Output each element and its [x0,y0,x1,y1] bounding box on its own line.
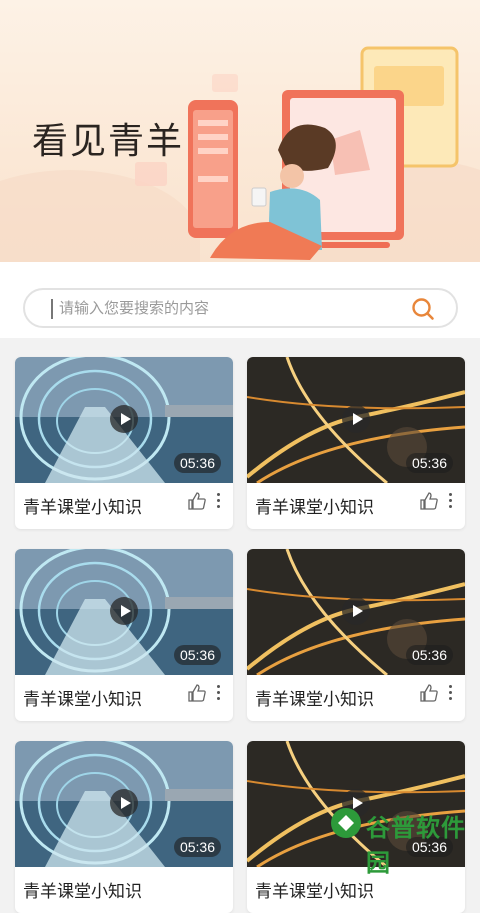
video-thumbnail[interactable]: 05:36 [15,357,233,483]
video-title[interactable]: 青羊课堂小知识 [255,877,374,902]
video-duration: 05:36 [173,453,221,473]
video-card[interactable]: 05:36 青羊课堂小知识 [247,549,465,721]
video-grid: 05:36 青羊课堂小知识 05:36 青羊课堂小知识 05:36 青羊课堂小知… [0,338,480,913]
video-thumbnail[interactable]: 05:36 [247,357,465,483]
banner[interactable]: 看见青羊 [0,0,480,262]
play-icon[interactable] [342,597,370,625]
more-options-icon[interactable] [445,683,455,703]
video-title[interactable]: 青羊课堂小知识 [23,493,142,518]
video-card[interactable]: 05:36 青羊课堂小知识 [247,357,465,529]
video-thumbnail[interactable]: 05:36 [15,549,233,675]
video-title[interactable]: 青羊课堂小知识 [255,685,374,710]
thumbs-up-icon[interactable] [419,683,439,703]
video-title[interactable]: 青羊课堂小知识 [23,877,142,902]
video-card[interactable]: 05:36 青羊课堂小知识 [15,357,233,529]
search-icon[interactable] [410,296,436,322]
play-icon[interactable] [110,789,138,817]
video-duration: 05:36 [405,453,453,473]
thumbs-up-icon[interactable] [419,491,439,511]
watermark-logo: 谷普软件园 [326,802,472,877]
video-thumbnail[interactable]: 05:36 [15,741,233,867]
video-title[interactable]: 青羊课堂小知识 [23,685,142,710]
play-icon[interactable] [110,597,138,625]
banner-title: 看见青羊 [32,121,185,162]
play-icon[interactable] [110,405,138,433]
watermark-text: 谷普软件园 [366,815,466,877]
text-caret [51,299,53,319]
thumbs-up-icon[interactable] [187,491,207,511]
search-section [0,262,480,338]
search-input[interactable] [59,290,399,326]
video-duration: 05:36 [405,645,453,665]
watermark-icon [331,808,361,838]
more-options-icon[interactable] [445,491,455,511]
more-options-icon[interactable] [213,683,223,703]
video-card[interactable]: 05:36 青羊课堂小知识 [15,549,233,721]
play-icon[interactable] [342,405,370,433]
search-bar[interactable] [23,288,458,328]
video-title[interactable]: 青羊课堂小知识 [255,493,374,518]
more-options-icon[interactable] [213,491,223,511]
video-card[interactable]: 05:36 青羊课堂小知识 [15,741,233,913]
video-thumbnail[interactable]: 05:36 [247,549,465,675]
thumbs-up-icon[interactable] [187,683,207,703]
video-duration: 05:36 [173,837,221,857]
video-duration: 05:36 [173,645,221,665]
